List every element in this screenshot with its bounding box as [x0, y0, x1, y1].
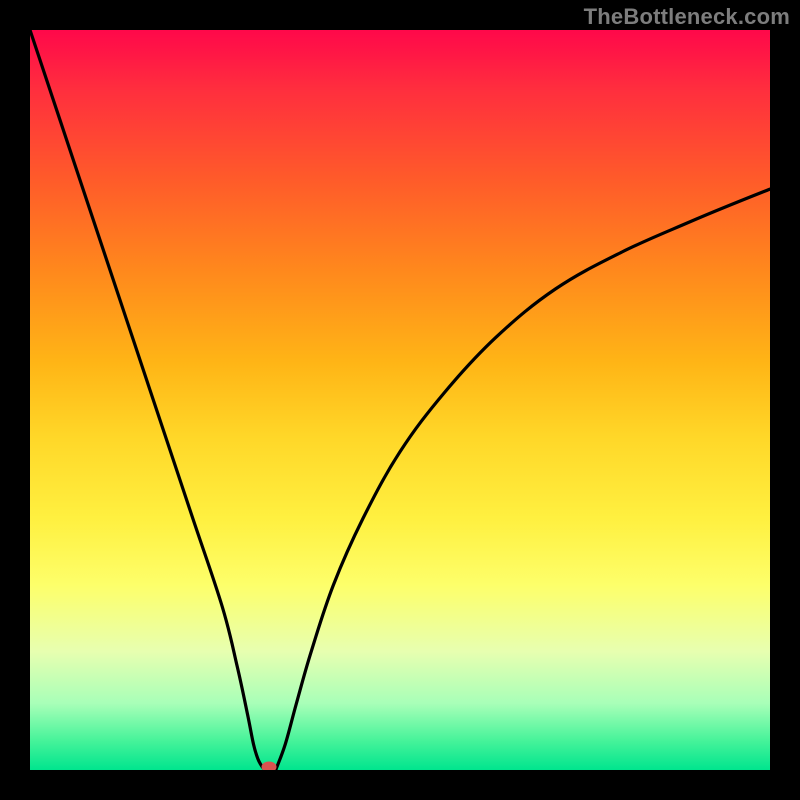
optimum-marker — [262, 762, 276, 770]
chart-curve-svg — [30, 30, 770, 770]
watermark-text: TheBottleneck.com — [584, 4, 790, 30]
chart-plot-area — [30, 30, 770, 770]
bottleneck-curve — [30, 30, 770, 770]
chart-frame: TheBottleneck.com — [0, 0, 800, 800]
